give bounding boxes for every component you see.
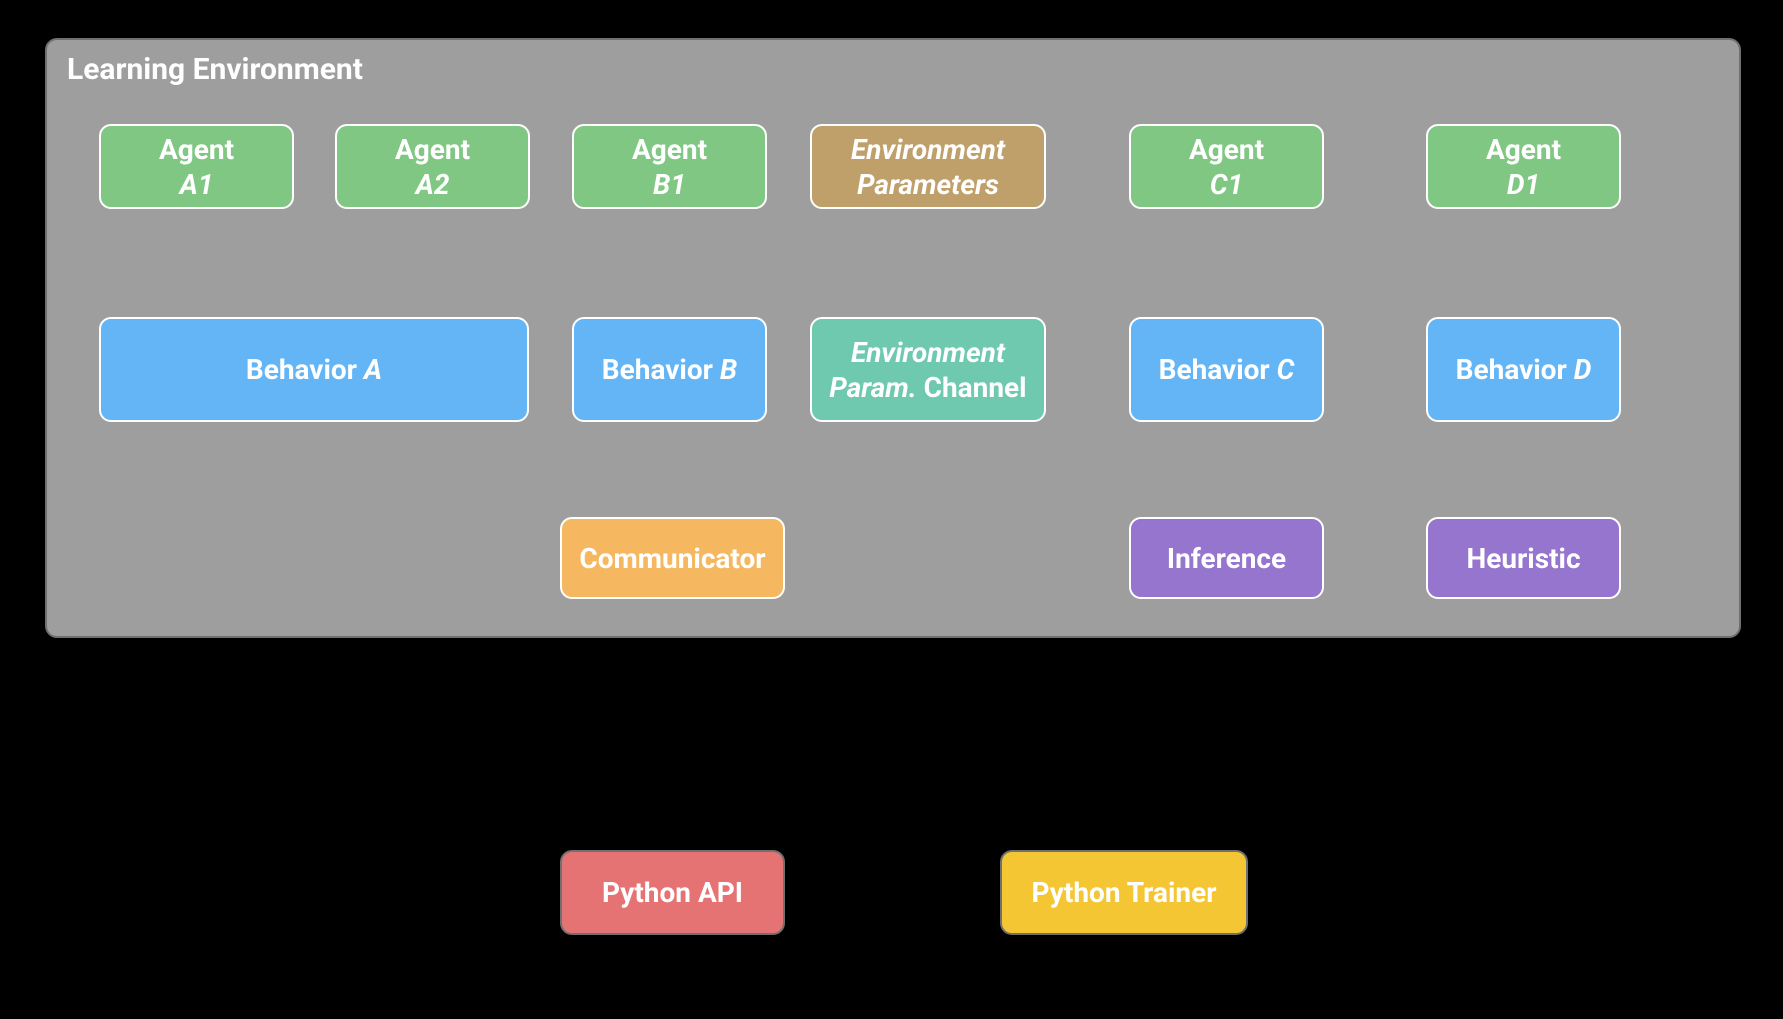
inference: Inference xyxy=(1129,517,1324,599)
agent-d1: AgentD1 xyxy=(1426,124,1621,209)
behavior-c: Behavior C xyxy=(1129,317,1324,422)
edge-python-api-to-python-trainer xyxy=(783,875,1007,909)
agent-a2: AgentA2 xyxy=(335,124,530,209)
python-trainer: Python Trainer xyxy=(1000,850,1248,935)
agent-b1: AgentB1 xyxy=(572,124,767,209)
environment-parameters: EnvironmentParameters xyxy=(810,124,1046,209)
heuristic: Heuristic xyxy=(1426,517,1621,599)
python-api: Python API xyxy=(560,850,785,935)
environment-param-channel: EnvironmentParam. Channel xyxy=(810,317,1046,422)
panel-title: Learning Environment xyxy=(67,52,363,87)
behavior-d: Behavior D xyxy=(1426,317,1621,422)
agent-a1: AgentA1 xyxy=(99,124,294,209)
diagram-stage: Learning Environment AgentA1 AgentA2 Age… xyxy=(0,0,1783,1019)
behavior-a: Behavior A xyxy=(99,317,529,422)
behavior-b: Behavior B xyxy=(572,317,767,422)
agent-c1: AgentC1 xyxy=(1129,124,1324,209)
communicator: Communicator xyxy=(560,517,785,599)
